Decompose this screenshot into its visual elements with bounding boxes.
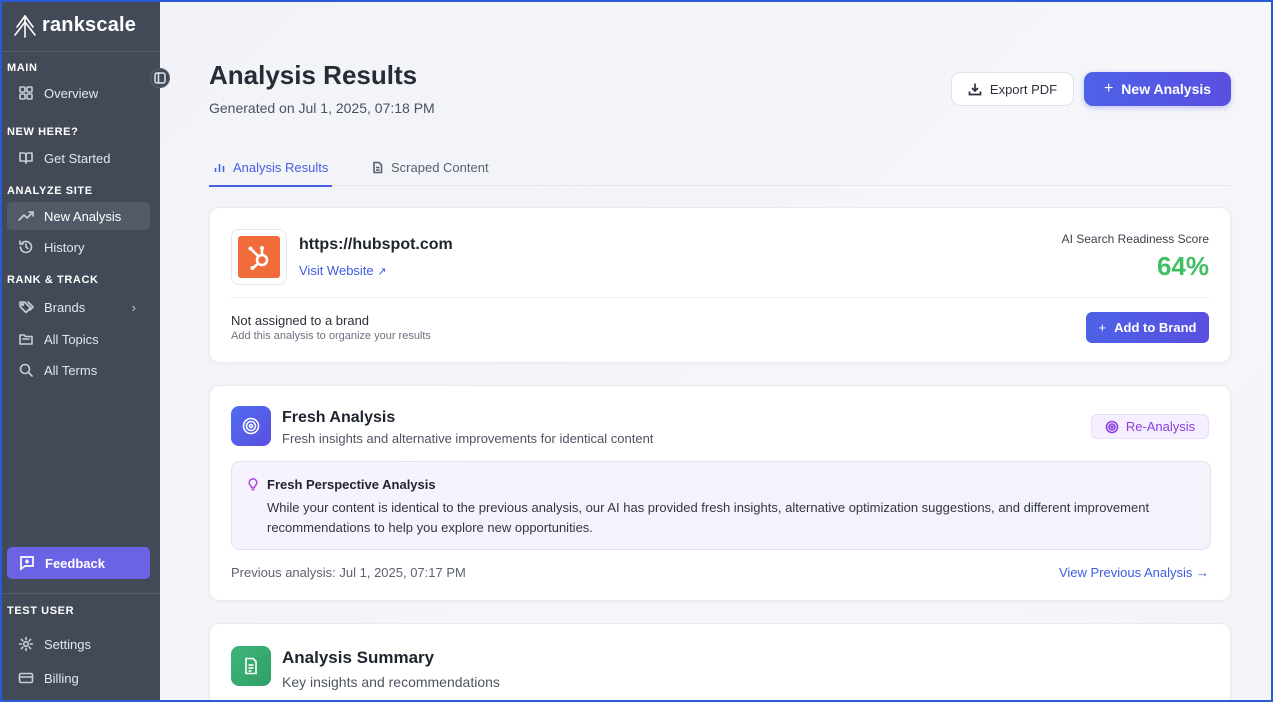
previous-analysis-timestamp: Previous analysis: Jul 1, 2025, 07:17 PM bbox=[231, 565, 466, 580]
sidebar-item-label: History bbox=[44, 239, 85, 255]
fresh-perspective-callout: Fresh Perspective Analysis While your co… bbox=[231, 461, 1211, 550]
export-pdf-button[interactable]: Export PDF bbox=[951, 72, 1074, 106]
fresh-analysis-card: Fresh Analysis Fresh insights and altern… bbox=[209, 385, 1231, 601]
add-to-brand-label: Add to Brand bbox=[1114, 320, 1197, 335]
trending-up-icon bbox=[17, 207, 35, 225]
feedback-label: Feedback bbox=[45, 555, 105, 571]
tags-icon bbox=[17, 298, 35, 316]
external-link-icon: ↗ bbox=[377, 266, 387, 278]
brand-status: Not assigned to a brand bbox=[231, 313, 370, 328]
section-label-analyze-site: ANALYZE SITE bbox=[7, 185, 93, 197]
sidebar-item-label: Billing bbox=[44, 670, 79, 686]
perspective-body: While your content is identical to the p… bbox=[267, 500, 1150, 535]
sidebar-item-all-topics[interactable]: All Topics bbox=[7, 325, 150, 353]
sidebar-item-label: Brands bbox=[44, 299, 86, 315]
app-name: rankscale bbox=[42, 14, 137, 36]
sidebar-item-label: New Analysis bbox=[44, 208, 122, 224]
target-icon bbox=[231, 406, 271, 446]
folder-icon bbox=[17, 330, 35, 348]
credit-card-icon bbox=[17, 669, 35, 687]
sidebar-item-settings[interactable]: Settings bbox=[7, 630, 150, 658]
view-previous-analysis-link[interactable]: View Previous Analysis → bbox=[1059, 565, 1209, 580]
sidebar-item-label: All Topics bbox=[44, 331, 99, 347]
new-analysis-label: New Analysis bbox=[1121, 81, 1212, 97]
add-to-brand-button[interactable]: + Add to Brand bbox=[1086, 312, 1209, 343]
analysis-summary-card: Analysis Summary Key insights and recomm… bbox=[209, 623, 1231, 702]
sidebar-item-label: Overview bbox=[44, 85, 99, 101]
document-icon bbox=[231, 646, 271, 686]
tab-bar: Analysis Results Scraped Content bbox=[208, 148, 1231, 187]
section-label-rank-track: RANK & TRACK bbox=[7, 274, 99, 286]
panel-left-icon bbox=[154, 72, 166, 84]
book-open-icon bbox=[17, 149, 35, 167]
sidebar-item-brands[interactable]: Brands › bbox=[7, 293, 150, 321]
sidebar-item-overview[interactable]: Overview bbox=[7, 79, 150, 107]
tab-scraped-content[interactable]: Scraped Content bbox=[371, 148, 489, 186]
sidebar-item-all-terms[interactable]: All Terms bbox=[7, 356, 150, 384]
sidebar: rankscale MAIN Overview NEW HERE? Get St… bbox=[0, 0, 160, 702]
sidebar-item-billing[interactable]: Billing bbox=[7, 664, 150, 692]
sidebar-item-get-started[interactable]: Get Started bbox=[7, 144, 150, 172]
hubspot-logo-icon bbox=[248, 246, 269, 270]
fresh-analysis-subtitle: Fresh insights and alternative improveme… bbox=[282, 431, 654, 446]
download-icon bbox=[968, 83, 982, 96]
summary-subtitle: Key insights and recommendations bbox=[282, 674, 500, 690]
plus-icon: + bbox=[1098, 320, 1107, 335]
sidebar-item-new-analysis[interactable]: New Analysis bbox=[7, 202, 150, 230]
bar-chart-icon bbox=[214, 163, 225, 172]
summary-title: Analysis Summary bbox=[282, 648, 435, 667]
sidebar-item-history[interactable]: History bbox=[7, 233, 150, 261]
chevron-right-icon: › bbox=[131, 299, 136, 315]
tab-analysis-results[interactable]: Analysis Results bbox=[208, 148, 333, 187]
sidebar-item-label: All Terms bbox=[44, 362, 98, 378]
score-label: AI Search Readiness Score bbox=[1061, 232, 1209, 246]
new-analysis-button[interactable]: + New Analysis bbox=[1084, 72, 1231, 106]
re-analysis-label: Re-Analysis bbox=[1125, 419, 1196, 434]
section-label-user: TEST USER bbox=[7, 605, 75, 617]
sidebar-collapse-button[interactable] bbox=[150, 68, 170, 88]
tab-label: Scraped Content bbox=[391, 159, 489, 175]
lightbulb-icon bbox=[246, 477, 260, 491]
search-icon bbox=[17, 361, 35, 379]
site-favicon bbox=[231, 229, 287, 285]
visit-website-link[interactable]: Visit Website ↗ bbox=[299, 263, 387, 278]
history-icon bbox=[17, 238, 35, 256]
file-text-icon bbox=[373, 161, 383, 173]
gear-icon bbox=[17, 635, 35, 653]
grid-icon bbox=[17, 84, 35, 102]
section-label-new-here: NEW HERE? bbox=[7, 126, 79, 138]
app-logo[interactable]: rankscale bbox=[0, 0, 160, 52]
tab-label: Analysis Results bbox=[233, 159, 329, 175]
feedback-button[interactable]: Feedback bbox=[7, 547, 150, 579]
target-icon bbox=[1105, 420, 1119, 433]
re-analysis-badge: Re-Analysis bbox=[1091, 414, 1209, 439]
plus-icon: + bbox=[1103, 80, 1114, 97]
main-content: Analysis Results Generated on Jul 1, 202… bbox=[160, 0, 1273, 702]
fresh-analysis-title: Fresh Analysis bbox=[282, 409, 396, 426]
message-plus-icon bbox=[20, 556, 34, 571]
sidebar-item-label: Get Started bbox=[44, 150, 111, 166]
export-pdf-label: Export PDF bbox=[989, 81, 1058, 97]
perspective-title: Fresh Perspective Analysis bbox=[267, 477, 436, 492]
visit-website-label: Visit Website bbox=[299, 263, 374, 278]
sidebar-divider bbox=[0, 593, 160, 594]
site-url: https://hubspot.com bbox=[299, 236, 453, 253]
page-title: Analysis Results bbox=[209, 60, 418, 90]
readiness-score: 64% bbox=[1156, 251, 1209, 281]
rankscale-logo-icon bbox=[14, 14, 36, 38]
generated-timestamp: Generated on Jul 1, 2025, 07:18 PM bbox=[209, 100, 435, 116]
brand-hint: Add this analysis to organize your resul… bbox=[231, 330, 431, 342]
site-summary-card: https://hubspot.com Visit Website ↗ AI S… bbox=[209, 207, 1231, 363]
section-label-main: MAIN bbox=[7, 62, 38, 74]
sidebar-item-label: Settings bbox=[44, 636, 91, 652]
card-divider bbox=[231, 297, 1209, 298]
